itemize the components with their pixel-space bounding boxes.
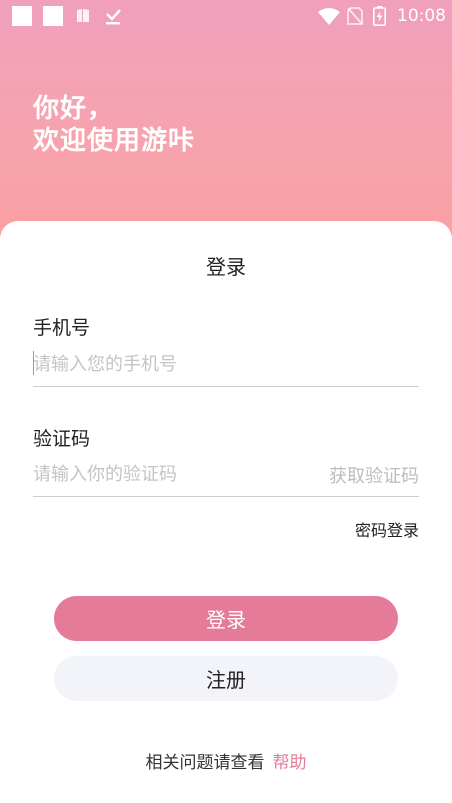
login-card: 登录 手机号 验证码 获取验证码 密码登录 登录 注册 相关问题请查看帮助 (0, 221, 452, 803)
greeting-line-1: 你好， (33, 94, 115, 124)
footer-text: 相关问题请查看 (145, 753, 265, 773)
login-button[interactable]: 登录 (54, 596, 398, 641)
code-input[interactable] (33, 457, 303, 491)
code-label: 验证码 (33, 428, 91, 450)
login-title: 登录 (206, 255, 246, 279)
status-bar: 10:08 (0, 0, 452, 32)
footer: 相关问题请查看 帮助 (0, 748, 452, 773)
get-code-button[interactable]: 获取验证码 (329, 462, 419, 488)
greeting-text: 你好， 欢迎使用游咔 (33, 93, 195, 157)
no-sim-icon (347, 7, 363, 25)
status-time: 10:08 (397, 6, 446, 26)
help-link[interactable]: 帮助 (273, 753, 307, 773)
download-done-icon (106, 9, 121, 25)
phone-input[interactable] (33, 347, 419, 381)
register-button[interactable]: 注册 (54, 656, 398, 701)
code-underline (33, 496, 419, 497)
notification-square-icon (43, 6, 63, 26)
register-button-label: 注册 (206, 668, 246, 692)
notification-square-icon (12, 6, 32, 26)
password-login-link[interactable]: 密码登录 (355, 517, 419, 541)
greeting-line-2: 欢迎使用游咔 (33, 126, 196, 156)
battery-charging-icon (373, 6, 386, 26)
login-button-label: 登录 (206, 608, 246, 632)
phone-underline (33, 386, 419, 387)
book-icon (77, 9, 89, 22)
phone-label: 手机号 (33, 317, 91, 339)
wifi-icon (318, 8, 340, 25)
text-cursor (33, 351, 34, 375)
